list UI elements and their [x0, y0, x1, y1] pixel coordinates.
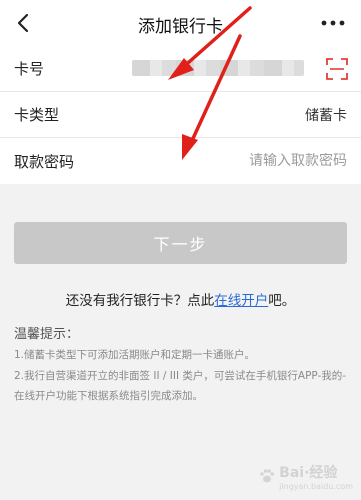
card-type-value: 储蓄卡 [305, 107, 347, 124]
more-button[interactable] [317, 10, 349, 36]
open-account-suffix: 吧。 [268, 293, 296, 309]
card-number-label: 卡号 [14, 60, 45, 78]
scan-card-icon [326, 58, 348, 80]
card-type-row[interactable]: 卡类型 储蓄卡 [0, 92, 361, 138]
card-number-row[interactable]: 卡号 [0, 46, 361, 92]
bank-card-form: 卡号 卡类型 储蓄卡 取款密码 [0, 46, 361, 184]
withdraw-password-row: 取款密码 [0, 138, 361, 184]
tips-title: 温馨提示： [14, 327, 80, 342]
top-bar: 添加银行卡 [0, 0, 361, 46]
withdraw-password-label: 取款密码 [14, 152, 75, 171]
watermark-url: jingyan.baidu.com [279, 481, 353, 491]
watermark-logo: Bai·经验 jingyan.baidu.com [233, 456, 353, 496]
open-account-hint: 还没有我行银行卡？点此在线开户吧。 [0, 289, 361, 309]
watermark-mark: Bai·经验 [279, 464, 338, 481]
scan-card-button[interactable] [325, 57, 349, 81]
paw-icon [260, 469, 275, 483]
more-horizontal-icon [321, 20, 345, 26]
card-type-label: 卡类型 [14, 106, 60, 124]
next-step-button[interactable]: 下一步 [14, 222, 347, 264]
tip-item-1: 1.储蓄卡类型下可添加活期账户和定期一卡通账户。 [14, 349, 256, 361]
open-account-link[interactable]: 在线开户 [214, 293, 268, 309]
page-title: 添加银行卡 [138, 17, 223, 37]
card-number-field[interactable] [132, 60, 304, 76]
withdraw-password-input[interactable] [197, 153, 347, 169]
tip-item-2: 2.我行自营渠道开立的非面签 II / III 类户，可尝试在手机银行APP-我… [14, 370, 347, 402]
open-account-prefix: 还没有我行银行卡？点此 [65, 293, 215, 309]
